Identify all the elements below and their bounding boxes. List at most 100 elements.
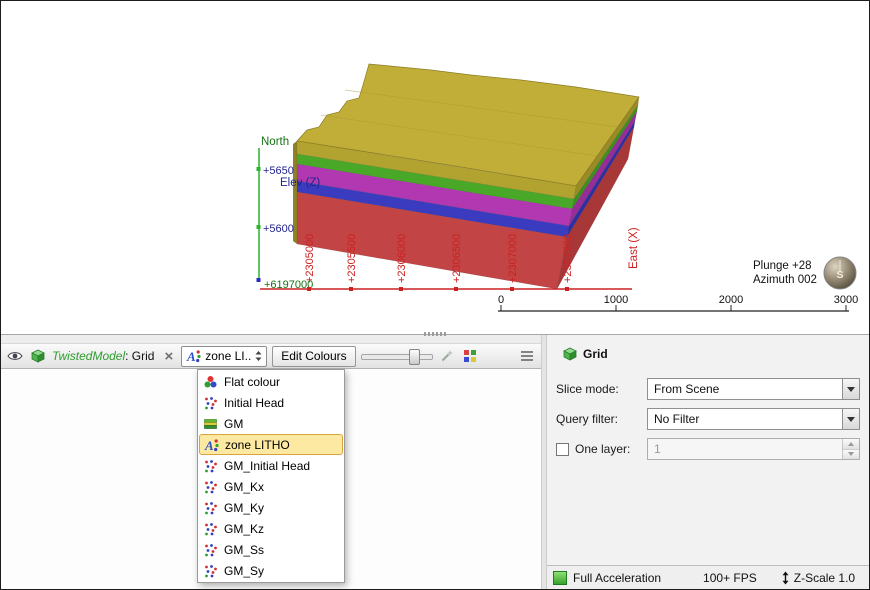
colour-menu-item[interactable]: Initial Head [199, 392, 343, 413]
east-tick-label: +2307000 [507, 234, 519, 283]
object-type: : Grid [125, 349, 154, 363]
query-filter-select[interactable]: No Filter [647, 408, 860, 430]
spinner-buttons [842, 439, 859, 459]
menu-item-label: GM_Kx [224, 480, 264, 494]
grid-object-icon [29, 346, 47, 366]
query-filter-value: No Filter [648, 409, 842, 429]
slice-mode-value: From Scene [648, 379, 842, 399]
colour-menu-item[interactable]: GM_Sy [199, 560, 343, 581]
menu-item-label: GM_Sy [224, 564, 264, 578]
opacity-slider[interactable] [361, 346, 433, 366]
menu-item-label: GM_Ky [224, 501, 264, 515]
acceleration-status: Full Acceleration [573, 571, 661, 585]
grid-object-icon [563, 347, 577, 361]
menu-item-label: zone LITHO [225, 438, 290, 452]
colour-menu-item[interactable]: GM_Ss [199, 539, 343, 560]
colour-menu-item[interactable]: GM_Initial Head [199, 455, 343, 476]
numeric-values-icon [203, 522, 218, 536]
edit-colours-label: Edit Colours [281, 349, 346, 363]
query-filter-label: Query filter: [556, 412, 647, 426]
one-layer-value: 1 [648, 439, 842, 459]
z-scale-control[interactable]: Z-Scale 1.0 [781, 571, 855, 585]
scale-label: 3000 [834, 294, 858, 306]
one-layer-label: One layer: [575, 442, 647, 456]
east-axis-label: East (X) [628, 227, 640, 269]
zone-litho-icon [186, 349, 201, 363]
colour-menu-item[interactable]: Flat colour [199, 371, 343, 392]
menu-item-label: GM [224, 417, 243, 431]
z-scale-arrows-icon [781, 571, 790, 585]
east-tick-label: +2306500 [451, 234, 463, 283]
elev-tick-label: +5600 [263, 223, 294, 235]
edit-colours-button[interactable]: Edit Colours [272, 346, 355, 367]
one-layer-spinner[interactable]: 1 [647, 438, 860, 460]
east-tick-label: +2305000 [304, 234, 316, 283]
compass-south-label: S [836, 269, 843, 281]
menu-item-label: Initial Head [224, 396, 284, 410]
colour-menu-item[interactable]: GM_Kz [199, 518, 343, 539]
numeric-values-icon [203, 501, 218, 515]
numeric-values-icon [203, 564, 218, 578]
menu-item-label: GM_Ss [224, 543, 264, 557]
query-filter-row: Query filter: No Filter [556, 408, 860, 430]
numeric-values-icon [203, 459, 218, 473]
scene-canvas[interactable]: North +5650 Elev (Z) +5600 +6197000 +230… [1, 1, 869, 334]
chevron-down-icon [842, 379, 859, 399]
colour-menu-item[interactable]: GM_Kx [199, 476, 343, 497]
grid-properties-panel: Grid Slice mode: From Scene Query filter… [547, 335, 869, 589]
object-name: TwistedModel [52, 349, 125, 363]
z-scale-value: Z-Scale 1.0 [794, 571, 855, 585]
properties-list-icon[interactable] [518, 346, 536, 366]
flat-colour-icon [203, 375, 218, 389]
colour-menu-item[interactable]: GM_Ky [199, 497, 343, 518]
orientation-readout: Plunge +28 Azimuth 002 [753, 260, 817, 286]
chevron-down-icon [842, 409, 859, 429]
scene-viewport[interactable]: North +5650 Elev (Z) +5600 +6197000 +230… [1, 1, 869, 335]
menu-item-label: GM_Kz [224, 522, 264, 536]
spinner-up-icon[interactable] [843, 439, 859, 450]
acceleration-indicator-icon[interactable] [553, 571, 567, 585]
remove-object-icon[interactable]: × [164, 349, 173, 364]
horizontal-splitter-handle[interactable] [424, 332, 448, 336]
north-axis-label: North [261, 136, 289, 148]
scale-label: 1000 [604, 294, 628, 306]
menu-item-label: Flat colour [224, 375, 280, 389]
slider-handle[interactable] [409, 349, 420, 365]
one-layer-checkbox[interactable] [556, 443, 569, 456]
dropdown-updown-icon [255, 350, 262, 362]
scene-object-title: TwistedModel: Grid [52, 349, 154, 363]
numeric-values-icon [203, 480, 218, 494]
colour-option-value: zone LI... [205, 349, 251, 363]
colour-menu-item[interactable]: GM [199, 413, 343, 434]
spinner-down-icon[interactable] [843, 450, 859, 460]
grid-block-model [293, 64, 639, 289]
colour-options-menu: Flat colour Initial Head GM zone LITHO G… [197, 369, 345, 583]
category-layers-icon [203, 417, 218, 431]
numeric-values-icon [203, 543, 218, 557]
slider-track [361, 354, 433, 360]
numeric-values-icon [203, 396, 218, 410]
colour-menu-item[interactable]: zone LITHO [199, 434, 343, 455]
elev-tick-label: +5650 [263, 165, 294, 177]
east-tick-label: +2307500 [562, 234, 574, 283]
azimuth-value: Azimuth 002 [753, 274, 817, 286]
plunge-value: Plunge +28 [753, 260, 812, 272]
scale-label: 2000 [719, 294, 743, 306]
scale-label: 0 [498, 294, 504, 306]
panel-header: Grid [563, 347, 608, 361]
slice-mode-select[interactable]: From Scene [647, 378, 860, 400]
brush-wand-icon[interactable] [438, 346, 456, 366]
slice-mode-row: Slice mode: From Scene [556, 378, 860, 400]
application-window: North +5650 Elev (Z) +5600 +6197000 +230… [0, 0, 870, 590]
status-bar: Full Acceleration 100+ FPS Z-Scale 1.0 [547, 565, 869, 589]
colour-swatches-icon[interactable] [461, 346, 479, 366]
colour-option-dropdown[interactable]: zone LI... [181, 346, 267, 367]
slice-mode-label: Slice mode: [556, 382, 647, 396]
menu-item-label: GM_Initial Head [224, 459, 310, 473]
fps-readout: 100+ FPS [703, 571, 757, 585]
compass-ball[interactable]: S [824, 257, 856, 289]
visibility-eye-icon[interactable] [6, 346, 24, 366]
scene-object-toolbar: TwistedModel: Grid × zone LI... Edit Col… [1, 343, 541, 369]
bottom-panel: TwistedModel: Grid × zone LI... Edit Col… [1, 335, 869, 589]
elev-axis-label: Elev (Z) [280, 177, 320, 189]
